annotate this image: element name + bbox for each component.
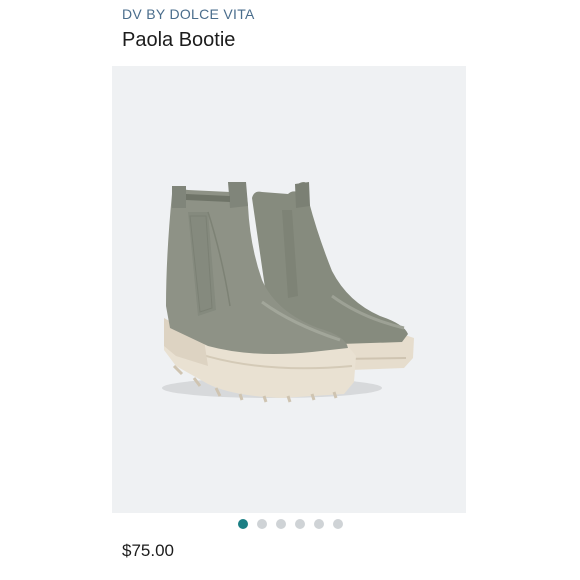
product-title: Paola Bootie xyxy=(122,29,236,51)
product-page: DV BY DOLCE VITA Paola Bootie $75.00 xyxy=(0,0,580,580)
gallery-dot-1[interactable] xyxy=(237,519,248,529)
gallery-dot-3[interactable] xyxy=(275,519,286,529)
gallery-pagination xyxy=(0,519,580,529)
brand-link[interactable]: DV BY DOLCE VITA xyxy=(122,6,255,22)
gallery-dot-6[interactable] xyxy=(332,519,343,529)
gallery-dot-2[interactable] xyxy=(256,519,267,529)
gallery-dot-4[interactable] xyxy=(294,519,305,529)
product-image-gallery[interactable] xyxy=(112,66,466,513)
product-price: $75.00 xyxy=(122,541,174,560)
gallery-dot-5[interactable] xyxy=(313,519,324,529)
product-image xyxy=(162,182,414,403)
